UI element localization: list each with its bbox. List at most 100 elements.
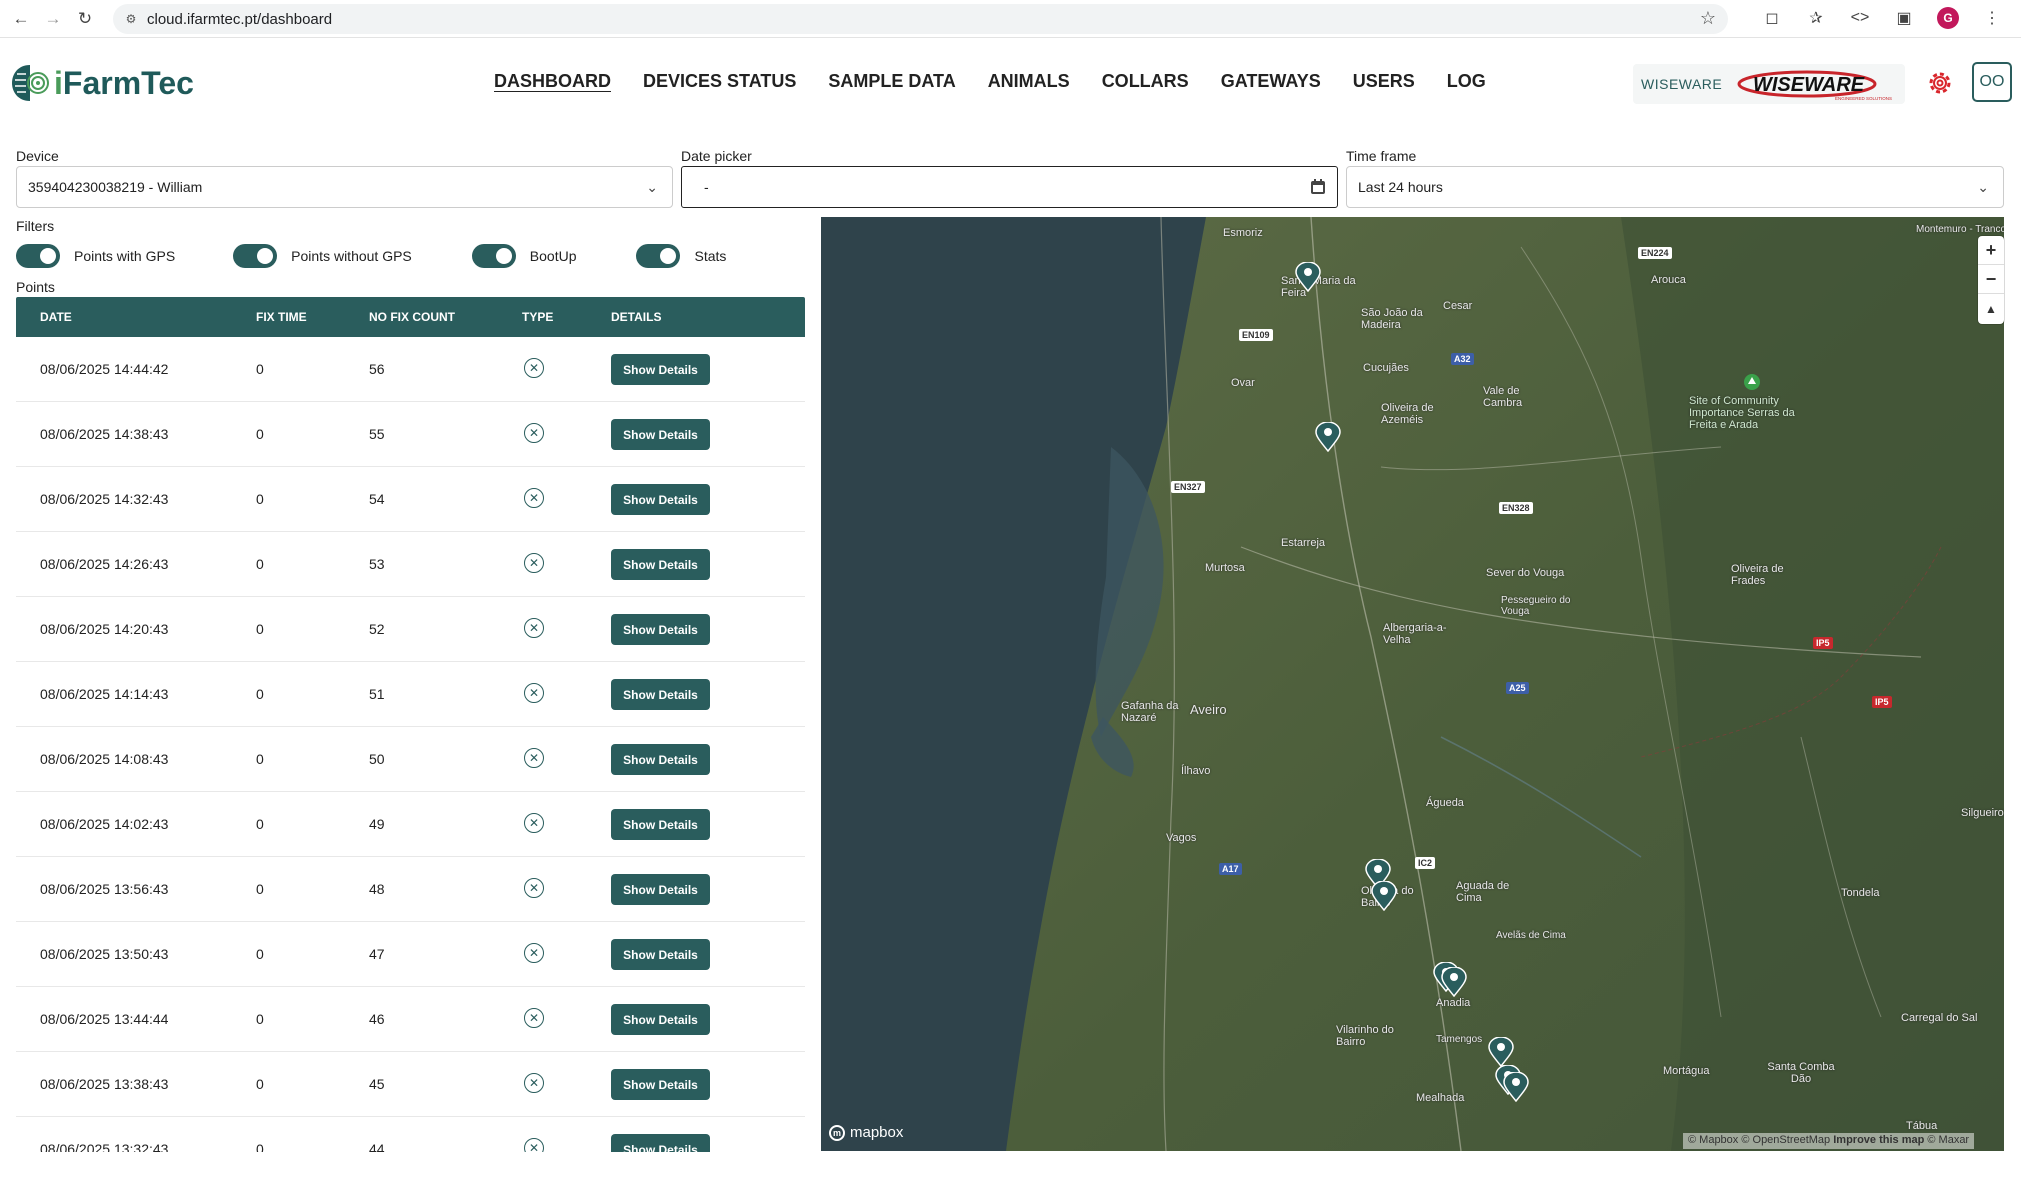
cell-date: 08/06/2025 14:08:43: [40, 751, 169, 767]
toggle-stats[interactable]: [636, 244, 681, 268]
calendar-icon[interactable]: [1309, 178, 1327, 196]
animal-location-marker[interactable]: [1315, 422, 1341, 452]
show-details-button[interactable]: Show Details: [611, 419, 710, 450]
toggle-bootup[interactable]: [471, 244, 516, 268]
cell-fix-time: 0: [256, 1011, 264, 1027]
table-row: 08/06/2025 14:44:42 0 56 ✕ Show Details: [16, 337, 805, 402]
site-info-icon[interactable]: ⚙: [123, 11, 139, 27]
animal-location-marker[interactable]: [1371, 881, 1397, 911]
table-row: 08/06/2025 14:26:43 0 53 ✕ Show Details: [16, 532, 805, 597]
place-label: Ovar: [1231, 377, 1255, 389]
animal-location-marker[interactable]: [1295, 262, 1321, 292]
zoom-in-button[interactable]: +: [1978, 236, 2004, 265]
column-header-date: DATE: [40, 310, 72, 324]
map-view[interactable]: Esmoriz Santa Maria da Feira São João da…: [821, 217, 2004, 1151]
cell-no-fix-count: 54: [369, 491, 385, 507]
app-header: iFarmTec DASHBOARD DEVICES STATUS SAMPLE…: [0, 38, 2021, 128]
no-fix-type-icon: ✕: [524, 1008, 544, 1028]
place-label: Avelãs de Cima: [1496, 930, 1566, 941]
maxar-attribution[interactable]: © Maxar: [1927, 1134, 1969, 1146]
road-shield: EN109: [1239, 329, 1273, 341]
show-details-button[interactable]: Show Details: [611, 809, 710, 840]
device-select[interactable]: 359404230038219 - William ⌄: [16, 166, 673, 208]
no-fix-type-icon: ✕: [524, 553, 544, 573]
nav-log[interactable]: LOG: [1447, 71, 1486, 92]
place-label: Aveiro: [1190, 702, 1227, 717]
bookmark-star-icon[interactable]: ☆: [1700, 8, 1716, 29]
filter-label: Points with GPS: [74, 248, 176, 264]
cell-date: 08/06/2025 14:26:43: [40, 556, 169, 572]
table-row: 08/06/2025 14:32:43 0 54 ✕ Show Details: [16, 467, 805, 532]
cell-fix-time: 0: [256, 426, 264, 442]
animal-location-marker[interactable]: [1441, 967, 1467, 997]
back-icon[interactable]: ←: [10, 8, 32, 30]
address-bar[interactable]: ⚙ cloud.ifarmtec.pt/dashboard ☆: [113, 4, 1728, 34]
cell-no-fix-count: 53: [369, 556, 385, 572]
place-label: Cesar: [1443, 300, 1473, 312]
show-details-button[interactable]: Show Details: [611, 1004, 710, 1035]
toggle-points-without-gps[interactable]: [233, 244, 278, 268]
nav-collars[interactable]: COLLARS: [1102, 71, 1189, 92]
time-frame-select[interactable]: Last 24 hours ⌄: [1346, 166, 2004, 208]
nav-animals[interactable]: ANIMALS: [988, 71, 1070, 92]
nav-dashboard[interactable]: DASHBOARD: [494, 71, 611, 92]
filter-bootup: BootUp: [471, 244, 576, 268]
nav-users[interactable]: USERS: [1353, 71, 1415, 92]
organization-selector[interactable]: WISEWARE WISEWARE ENGINEERED SOLUTIONS: [1633, 64, 1905, 104]
devtools-icon[interactable]: <>: [1849, 7, 1871, 29]
place-label: São João da Madeira: [1361, 307, 1423, 331]
place-label: Site of Community Importance Serras da F…: [1689, 395, 1795, 431]
place-label: Gafanha da Nazaré: [1121, 700, 1179, 724]
settings-gear-icon[interactable]: [1925, 68, 1955, 98]
mapbox-logo[interactable]: m mapbox: [829, 1124, 903, 1141]
zoom-out-button[interactable]: −: [1978, 265, 2004, 294]
logo-text-prefix: i: [54, 64, 63, 101]
animal-location-marker[interactable]: [1488, 1037, 1514, 1067]
extensions-icon[interactable]: ◻: [1761, 7, 1783, 29]
show-details-button[interactable]: Show Details: [611, 744, 710, 775]
forward-icon[interactable]: →: [42, 8, 64, 30]
nav-gateways[interactable]: GATEWAYS: [1221, 71, 1321, 92]
compass-button[interactable]: ▲: [1978, 294, 2004, 323]
menu-kebab-icon[interactable]: ⋮: [1981, 7, 2003, 29]
place-label: Mealhada: [1416, 1092, 1465, 1104]
cell-no-fix-count: 47: [369, 946, 385, 962]
table-row: 08/06/2025 13:32:43 0 44 ✕ Show Details: [16, 1117, 805, 1152]
attribution-text[interactable]: © Mapbox © OpenStreetMap: [1688, 1134, 1830, 1146]
show-details-button[interactable]: Show Details: [611, 354, 710, 385]
points-label: Points: [16, 279, 55, 295]
show-details-button[interactable]: Show Details: [611, 874, 710, 905]
improve-map-link[interactable]: Improve this map: [1833, 1134, 1924, 1146]
place-label: Anadia: [1436, 997, 1471, 1009]
cell-date: 08/06/2025 14:38:43: [40, 426, 169, 442]
screenshot-icon[interactable]: ▣: [1893, 7, 1915, 29]
place-label: Mortágua: [1663, 1065, 1710, 1077]
road-shield: IP5: [1872, 696, 1892, 708]
cell-fix-time: 0: [256, 556, 264, 572]
show-details-button[interactable]: Show Details: [611, 679, 710, 710]
show-details-button[interactable]: Show Details: [611, 549, 710, 580]
wiseware-logo-subtext: ENGINEERED SOLUTIONS: [1835, 96, 1892, 101]
place-label: Águeda: [1426, 797, 1464, 809]
toggle-points-with-gps[interactable]: [16, 244, 60, 268]
profile-avatar[interactable]: G: [1937, 7, 1959, 29]
show-details-button[interactable]: Show Details: [611, 1069, 710, 1100]
cell-no-fix-count: 44: [369, 1141, 385, 1152]
animal-location-marker[interactable]: [1503, 1072, 1529, 1102]
cell-fix-time: 0: [256, 946, 264, 962]
show-details-button[interactable]: Show Details: [611, 614, 710, 645]
favorites-icon[interactable]: ✰: [1805, 7, 1827, 29]
cell-fix-time: 0: [256, 491, 264, 507]
nav-devices-status[interactable]: DEVICES STATUS: [643, 71, 796, 92]
reload-icon[interactable]: ↻: [74, 8, 96, 30]
filters-label: Filters: [16, 218, 55, 234]
road-shield: EN224: [1638, 247, 1672, 259]
show-details-button[interactable]: Show Details: [611, 484, 710, 515]
cell-no-fix-count: 49: [369, 816, 385, 832]
show-details-button[interactable]: Show Details: [611, 939, 710, 970]
nav-sample-data[interactable]: SAMPLE DATA: [828, 71, 955, 92]
date-picker-input[interactable]: -: [681, 166, 1338, 208]
ifarmtec-logo[interactable]: iFarmTec: [8, 62, 194, 104]
show-details-button[interactable]: Show Details: [611, 1134, 710, 1152]
user-menu-button[interactable]: OO: [1972, 62, 2012, 102]
